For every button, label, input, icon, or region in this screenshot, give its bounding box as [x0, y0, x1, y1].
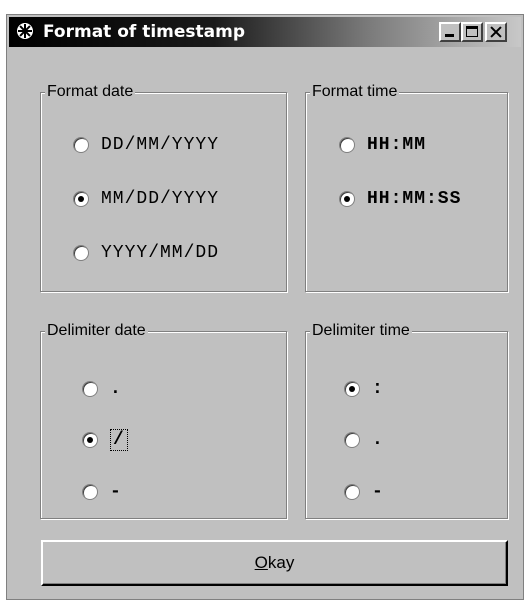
format-time-group: Format time HH:MM HH:MM:SS [305, 83, 508, 292]
delimiter-time-option-dot[interactable]: . [344, 430, 384, 450]
radio-button[interactable] [82, 484, 98, 500]
delimiter-time-option-colon[interactable]: : [344, 379, 384, 399]
delimiter-date-option-dot[interactable]: . [82, 379, 122, 399]
focus-rectangle: / [110, 429, 128, 451]
format-time-option-hhmmss[interactable]: HH:MM:SS [339, 189, 461, 209]
format-time-legend: Format time [310, 83, 400, 101]
maximize-button[interactable] [461, 22, 483, 42]
close-button[interactable] [485, 22, 507, 42]
window-title: Format of timestamp [43, 22, 246, 42]
okay-button[interactable]: Okay [41, 540, 508, 586]
okay-label-rest: kay [267, 553, 295, 572]
radio-button[interactable] [82, 381, 98, 397]
okay-accelerator: O [254, 553, 268, 572]
delimiter-date-group: Delimiter date . / - [40, 322, 287, 519]
delimiter-date-legend: Delimiter date [45, 322, 148, 340]
format-date-option-mmddyyyy[interactable]: MM/DD/YYYY [73, 189, 219, 209]
radio-button[interactable] [73, 245, 89, 261]
radio-button-checked[interactable] [339, 191, 355, 207]
minimize-button[interactable] [439, 22, 461, 42]
delimiter-time-legend: Delimiter time [310, 322, 412, 340]
format-time-option-hhmm[interactable]: HH:MM [339, 135, 426, 155]
delimiter-time-group: Delimiter time : . - [305, 322, 508, 519]
title-bar[interactable]: Format of timestamp [9, 17, 521, 47]
format-date-option-yyyymmdd[interactable]: YYYY/MM/DD [73, 243, 219, 263]
radio-button[interactable] [344, 432, 360, 448]
radio-button-checked[interactable] [344, 381, 360, 397]
format-date-legend: Format date [45, 83, 136, 101]
dialog-window: Format of timestamp Format date DD/MM/YY… [6, 14, 524, 600]
radio-button-checked[interactable] [73, 191, 89, 207]
delimiter-date-option-slash[interactable]: / [82, 429, 128, 451]
radio-button[interactable] [73, 137, 89, 153]
app-wheel-icon[interactable] [15, 21, 35, 41]
format-date-option-ddmmyyyy[interactable]: DD/MM/YYYY [73, 135, 219, 155]
delimiter-date-option-dash[interactable]: - [82, 482, 122, 502]
radio-button[interactable] [344, 484, 360, 500]
radio-button-checked[interactable] [82, 432, 98, 448]
radio-button[interactable] [339, 137, 355, 153]
delimiter-time-option-dash[interactable]: - [344, 482, 384, 502]
format-date-group: Format date DD/MM/YYYY MM/DD/YYYY YYYY/M… [40, 83, 287, 292]
